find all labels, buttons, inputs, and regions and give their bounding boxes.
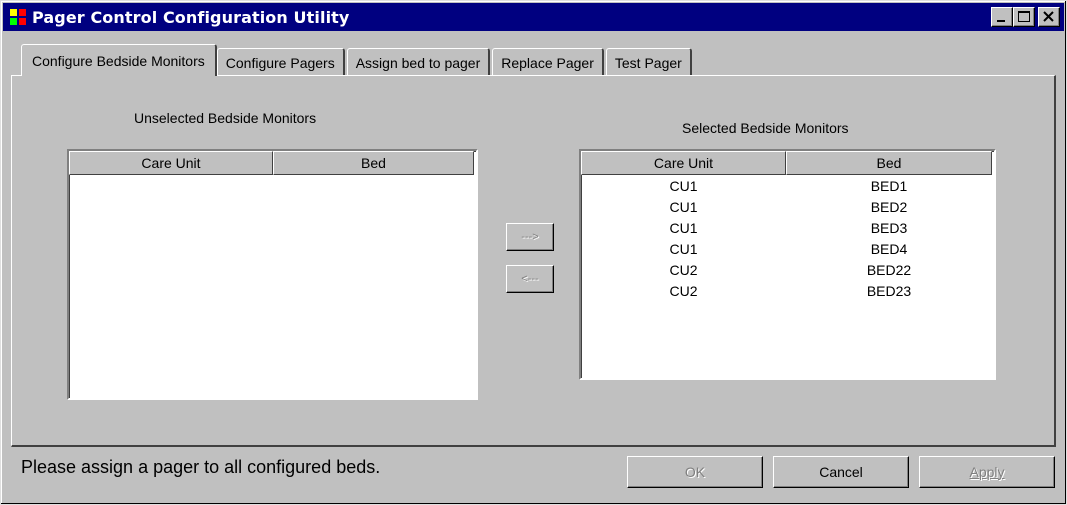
- minimize-icon: [997, 20, 1005, 22]
- list-header: Care Unit Bed: [69, 151, 476, 175]
- remove-button[interactable]: <---: [506, 265, 554, 293]
- tab-configure-pagers[interactable]: Configure Pagers: [216, 48, 345, 76]
- list-item[interactable]: CU1 BED2: [581, 196, 994, 217]
- bed-cell: BED3: [870, 219, 908, 236]
- apply-label: Apply: [969, 464, 1005, 480]
- unselected-label: Unselected Bedside Monitors: [134, 110, 317, 126]
- window-title: Pager Control Configuration Utility: [32, 7, 350, 27]
- care-unit-cell: CU2: [669, 282, 698, 299]
- column-care-unit[interactable]: Care Unit: [69, 151, 273, 175]
- status-message: Please assign a pager to all configured …: [21, 457, 381, 477]
- list-item[interactable]: CU1 BED4: [581, 238, 994, 259]
- tab-strip: Configure Bedside Monitors Configure Pag…: [21, 44, 694, 76]
- close-icon: [1043, 11, 1054, 22]
- care-unit-cell: CU1: [669, 240, 698, 257]
- tab-panel: Unselected Bedside Monitors Selected Bed…: [11, 75, 1056, 447]
- list-item[interactable]: CU2 BED23: [581, 280, 994, 301]
- ok-button[interactable]: OK: [627, 456, 763, 488]
- care-unit-cell: CU1: [669, 177, 698, 194]
- bed-cell: BED1: [870, 177, 908, 194]
- column-care-unit[interactable]: Care Unit: [581, 151, 786, 175]
- tab-test-pager[interactable]: Test Pager: [605, 48, 692, 76]
- unselected-monitors-list[interactable]: Care Unit Bed: [67, 149, 478, 400]
- apply-button[interactable]: Apply: [919, 456, 1055, 488]
- add-button[interactable]: --->: [506, 223, 554, 251]
- list-item[interactable]: CU2 BED22: [581, 259, 994, 280]
- cancel-button[interactable]: Cancel: [773, 456, 909, 488]
- bed-cell: BED23: [866, 282, 912, 299]
- tab-configure-bedside-monitors[interactable]: Configure Bedside Monitors: [21, 44, 217, 76]
- list-item[interactable]: CU1 BED1: [581, 175, 994, 196]
- bed-cell: BED4: [870, 240, 908, 257]
- list-item[interactable]: CU1 BED3: [581, 217, 994, 238]
- list-body: CU1 BED1 CU1 BED2 CU1 BED3 CU1 BED4 CU2: [581, 175, 994, 301]
- column-bed[interactable]: Bed: [786, 151, 992, 175]
- selected-label: Selected Bedside Monitors: [682, 120, 849, 136]
- maximize-icon: [1018, 11, 1030, 22]
- tab-assign-bed-to-pager[interactable]: Assign bed to pager: [346, 48, 491, 76]
- tab-replace-pager[interactable]: Replace Pager: [492, 48, 604, 76]
- bed-cell: BED22: [866, 261, 912, 278]
- app-icon[interactable]: [9, 8, 27, 26]
- selected-monitors-list[interactable]: Care Unit Bed CU1 BED1 CU1 BED2 CU1 BED3…: [579, 149, 996, 380]
- care-unit-cell: CU1: [669, 198, 698, 215]
- bed-cell: BED2: [870, 198, 908, 215]
- close-button[interactable]: [1038, 7, 1060, 27]
- list-header: Care Unit Bed: [581, 151, 994, 175]
- column-bed[interactable]: Bed: [273, 151, 474, 175]
- maximize-button[interactable]: [1013, 7, 1035, 27]
- care-unit-cell: CU1: [669, 219, 698, 236]
- care-unit-cell: CU2: [669, 261, 698, 278]
- main-window: Pager Control Configuration Utility Conf…: [0, 0, 1067, 505]
- minimize-button[interactable]: [991, 7, 1013, 27]
- title-bar[interactable]: Pager Control Configuration Utility: [3, 3, 1064, 31]
